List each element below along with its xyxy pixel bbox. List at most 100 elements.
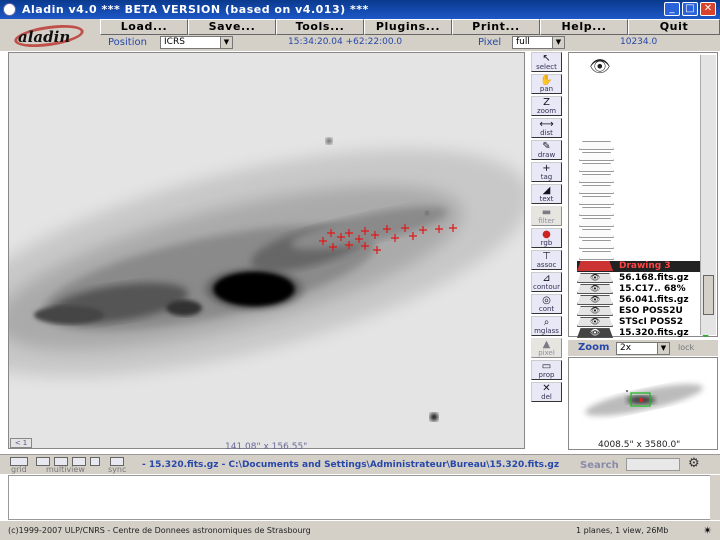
empty-plane[interactable] (579, 152, 614, 161)
search-input[interactable] (626, 458, 680, 471)
app-icon (3, 3, 16, 16)
status-bar: (c)1999-2007 ULP/CNRS - Centre de Donnee… (0, 521, 720, 540)
maximize-button[interactable]: □ (682, 2, 698, 16)
empty-plane[interactable] (579, 141, 614, 150)
overview-size-readout: 4008.5" x 3580.0" (598, 440, 681, 450)
eye-icon: 👁 (577, 273, 613, 283)
zoom-overview[interactable] (568, 357, 718, 450)
menu-load[interactable]: Load... (100, 19, 188, 35)
tool-cont[interactable]: ◎ cont (531, 294, 562, 314)
empty-plane[interactable] (579, 218, 614, 227)
multiview-label: multiview (46, 465, 85, 474)
galaxy-image (9, 53, 524, 448)
tool-pixel[interactable]: ▲ pixel (531, 338, 562, 358)
tool-prop[interactable]: ▭ prop (531, 360, 562, 380)
empty-plane[interactable] (579, 163, 614, 172)
zoom-label: Zoom (578, 342, 610, 353)
menu-plugins[interactable]: Plugins... (364, 19, 452, 35)
layer-image[interactable]: 👁 ESO POSS2U (577, 306, 709, 317)
layer-image[interactable]: 👁 56.041.fits.gz (577, 295, 709, 306)
menu-save[interactable]: Save... (188, 19, 276, 35)
layer-image[interactable]: 👁 STScI POSS2 (577, 317, 709, 328)
view-9-icon[interactable] (90, 457, 100, 466)
pixel-label: Pixel (478, 37, 502, 48)
lock-toggle[interactable]: lock (678, 343, 694, 352)
zoom-row: Zoom 2x ▼ lock (568, 340, 718, 356)
empty-plane[interactable] (579, 174, 614, 183)
position-bar: Position ICRS ▼ 15:34:20.04 +62:22:00.0 … (100, 35, 720, 51)
menu-print[interactable]: Print... (452, 19, 540, 35)
pixel-select[interactable]: full ▼ (512, 36, 565, 49)
window-title: Aladin v4.0 *** BETA VERSION (based on v… (22, 3, 369, 16)
tool-pan[interactable]: ✋ pan (531, 74, 562, 94)
tool-dist[interactable]: ⟷ dist (531, 118, 562, 138)
title-bar: Aladin v4.0 *** BETA VERSION (based on v… (0, 0, 720, 19)
layer-image-selected[interactable]: 👁 15.320.fits.gz (577, 328, 709, 339)
layer-name: 56.168.fits.gz (619, 273, 689, 283)
empty-plane[interactable] (579, 185, 614, 194)
layer-name: ESO POSS2U (619, 306, 683, 316)
layer-name: STScI POSS2 (619, 317, 683, 327)
empty-plane[interactable] (579, 229, 614, 238)
tool-filter[interactable]: ▬ filter (531, 206, 562, 226)
layer-image[interactable]: 👁 15.C17.. 68% (577, 284, 709, 295)
chevron-down-icon: ▼ (657, 343, 669, 354)
tool-contour[interactable]: ⊿ contour (531, 272, 562, 292)
overview-image (585, 384, 703, 416)
empty-plane[interactable] (579, 207, 614, 216)
menu-bar: Load... Save... Tools... Plugins... Prin… (100, 19, 720, 35)
menu-quit[interactable]: Quit (628, 19, 720, 35)
grid-label: grid (11, 465, 27, 474)
position-label: Position (108, 37, 147, 48)
tool-del[interactable]: ✕ del (531, 382, 562, 402)
tool-mglass[interactable]: ⌕ mglass (531, 316, 562, 336)
layer-drawing[interactable]: Drawing 3 (577, 261, 709, 272)
sync-label: sync (108, 465, 127, 474)
eye-icon: 👁 (577, 317, 613, 327)
zoom-value: 2x (620, 343, 632, 353)
view-corner-indicator: < 1 (10, 438, 32, 448)
logo-text: aladin (18, 28, 71, 46)
stack-scrollbar[interactable] (700, 55, 716, 335)
eye-icon: 👁 (577, 328, 613, 338)
console-area[interactable] (8, 475, 712, 520)
layer-image[interactable]: 👁 56.168.fits.gz (577, 273, 709, 284)
tool-zoom[interactable]: Zzoom (531, 96, 562, 116)
console-scrollbar[interactable] (710, 475, 720, 520)
empty-plane[interactable] (579, 240, 614, 249)
eye-icon: 👁 (577, 295, 613, 305)
zoom-select[interactable]: 2x ▼ (616, 342, 670, 355)
layer-name: 15.320.fits.gz (619, 328, 689, 338)
layer-name: 56.041.fits.gz (619, 295, 689, 305)
tool-draw[interactable]: ✎ draw (531, 140, 562, 160)
tool-tag[interactable]: + tag (531, 162, 562, 182)
tool-rgb[interactable]: ● rgb (531, 228, 562, 248)
menu-tools[interactable]: Tools... (276, 19, 364, 35)
close-button[interactable]: ✕ (700, 2, 716, 16)
position-coordinates: 15:34:20.04 +62:22:00.0 (288, 37, 403, 47)
image-view[interactable] (8, 52, 525, 449)
eye-icon[interactable]: 👁 (589, 57, 611, 77)
frame-select[interactable]: ICRS ▼ (160, 36, 233, 49)
tool-assoc[interactable]: ⊤ assoc (531, 250, 562, 270)
file-path: - 15.320.fits.gz - C:\Documents and Sett… (142, 460, 560, 470)
memory-status: 1 planes, 1 view, 26Mb (576, 526, 669, 535)
tool-select[interactable]: ↖ select (531, 52, 562, 72)
menu-help[interactable]: Help... (540, 19, 628, 35)
drawing-plane-icon (577, 261, 613, 271)
eye-icon: 👁 (577, 284, 613, 294)
minimize-button[interactable]: _ (664, 2, 680, 16)
empty-plane[interactable] (579, 196, 614, 205)
copyright-text: (c)1999-2007 ULP/CNRS - Centre de Donnee… (8, 526, 311, 535)
aladin-logo: aladin (0, 19, 100, 51)
chevron-down-icon: ▼ (220, 37, 232, 48)
tool-text[interactable]: ◢ text (531, 184, 562, 204)
frame-value: ICRS (164, 37, 185, 47)
empty-plane[interactable] (579, 251, 614, 260)
pixel-readout: 10234.0 (620, 37, 658, 47)
view-size-readout: 141.08" x 156.55" (225, 442, 308, 452)
scroll-thumb[interactable] (703, 275, 714, 315)
search-options-icon[interactable]: ⚙ (688, 456, 700, 471)
layer-name: Drawing 3 (619, 261, 671, 271)
pixel-value: full (516, 37, 530, 47)
